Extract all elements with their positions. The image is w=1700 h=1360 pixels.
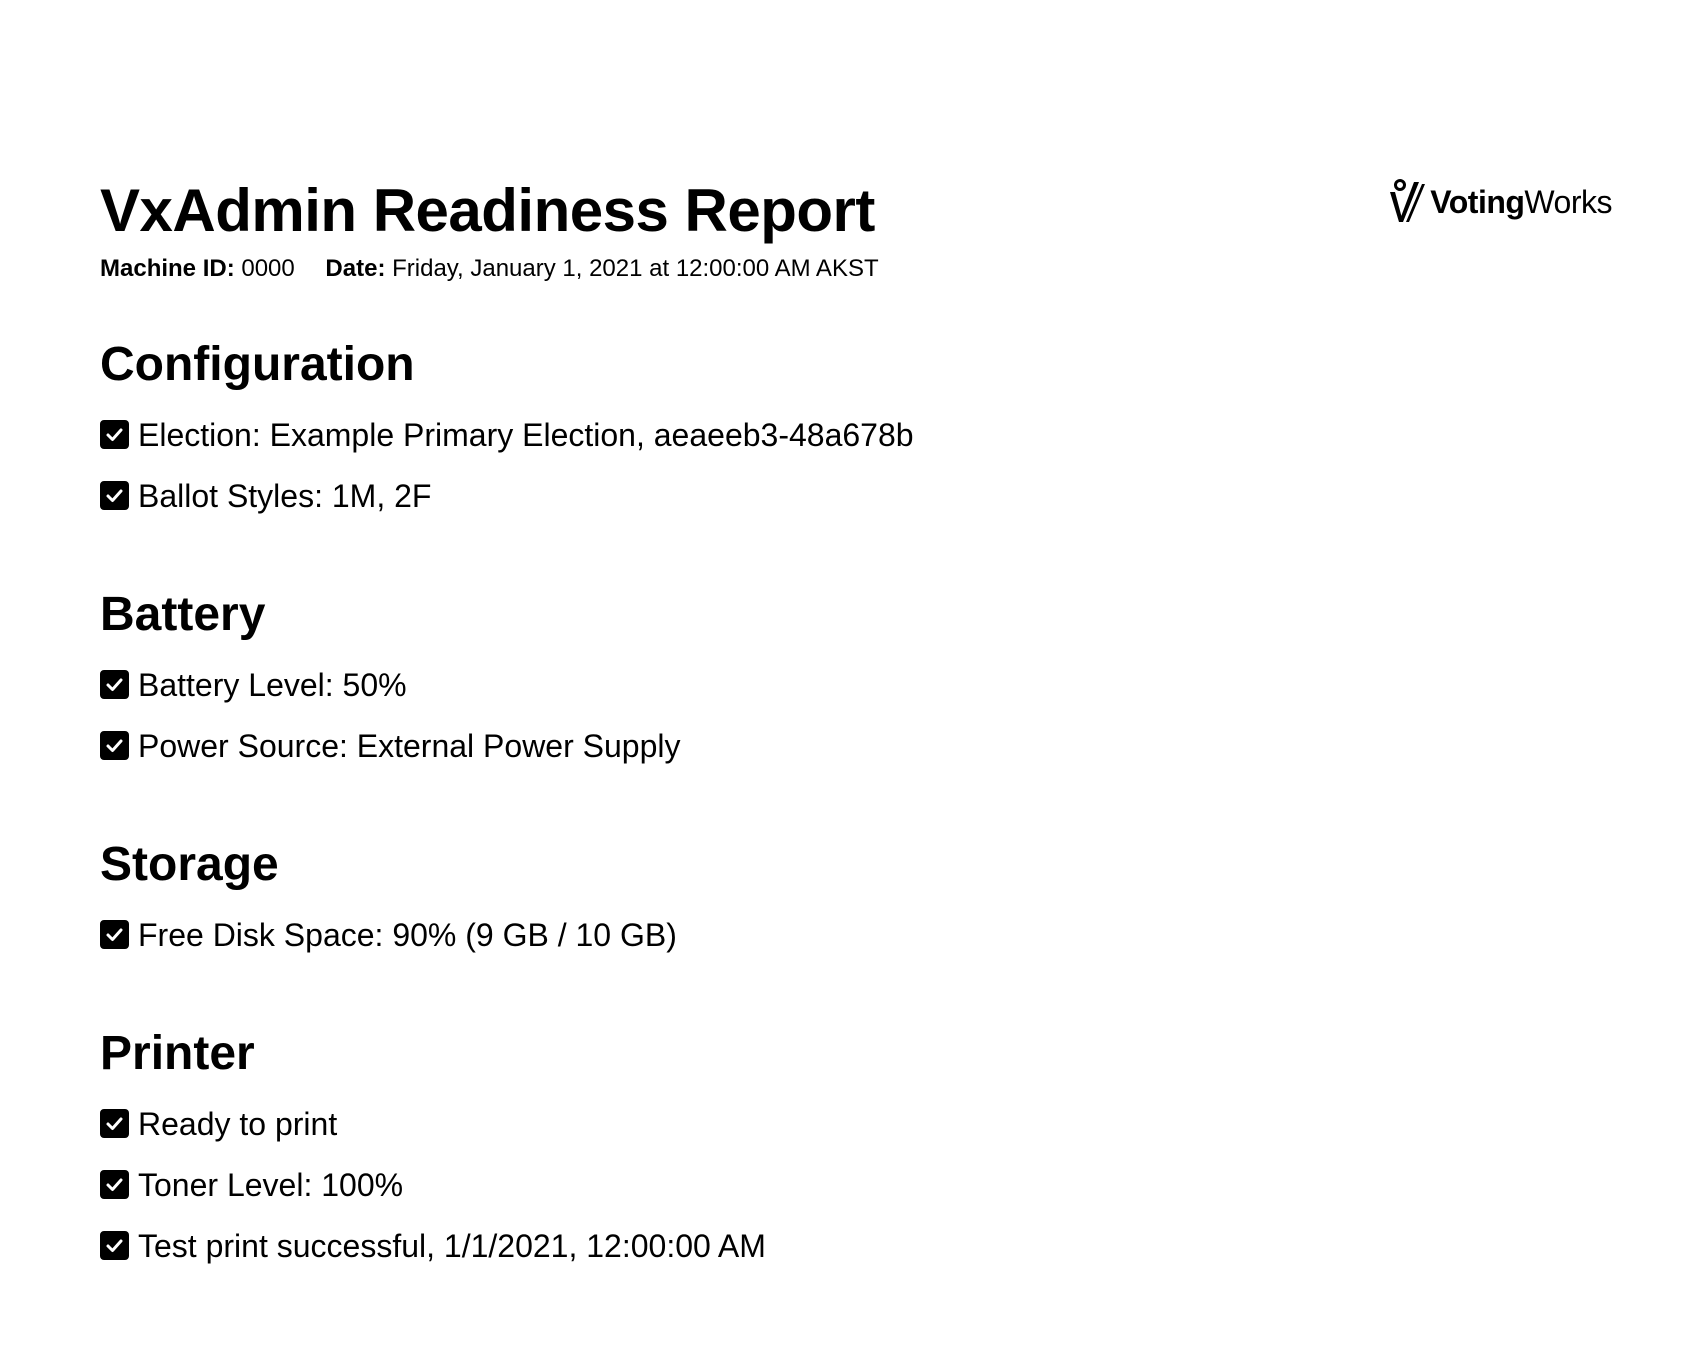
checkbox-checked-icon	[100, 420, 129, 449]
item-text: Ready to print	[138, 1105, 338, 1142]
page-title: VxAdmin Readiness Report	[100, 177, 875, 244]
section-title-battery: Battery	[100, 588, 266, 641]
item-text: Toner Level: 100%	[138, 1166, 404, 1203]
list-item: Election: Example Primary Election, aeae…	[100, 404, 1500, 465]
checkbox-checked-icon	[100, 920, 129, 949]
checkbox-checked-icon	[100, 1231, 129, 1260]
list-item: Ballot Styles: 1M, 2F	[100, 465, 1500, 526]
machine-id-value: 0000	[241, 255, 295, 282]
report-sections: Configuration Election: Example Primary …	[100, 336, 1500, 1336]
list-item: Free Disk Space: 90% (9 GB / 10 GB)	[100, 904, 1500, 965]
section-storage: Storage Free Disk Space: 90% (9 GB / 10 …	[100, 836, 1500, 965]
report-meta: Machine ID: 0000 Date: Friday, January 1…	[100, 254, 1610, 284]
checkbox-checked-icon	[100, 1170, 129, 1199]
logo-text-regular: Works	[1524, 184, 1612, 220]
checkbox-checked-icon	[100, 1109, 129, 1138]
list-item: Power Source: External Power Supply	[100, 715, 1500, 776]
readiness-report-page: VxAdmin Readiness Report Machine ID: 000…	[0, 0, 1700, 1360]
item-text: Power Source: External Power Supply	[138, 727, 681, 764]
votingworks-logo-icon	[1390, 179, 1426, 222]
item-text: Free Disk Space: 90% (9 GB / 10 GB)	[138, 916, 677, 953]
item-text: Ballot Styles: 1M, 2F	[138, 477, 432, 514]
date-value: Friday, January 1, 2021 at 12:00:00 AM A…	[392, 255, 879, 282]
item-text: Test print successful, 1/1/2021, 12:00:0…	[138, 1227, 766, 1264]
votingworks-logo: VotingWorks	[1388, 174, 1612, 230]
machine-id: Machine ID: 0000	[100, 255, 301, 282]
checkbox-checked-icon	[100, 481, 129, 510]
section-title-printer: Printer	[100, 1027, 255, 1080]
machine-id-label: Machine ID:	[100, 255, 235, 282]
report-header: VxAdmin Readiness Report Machine ID: 000…	[100, 176, 1610, 284]
date-label: Date:	[325, 255, 386, 282]
list-item: Test print successful, 1/1/2021, 12:00:0…	[100, 1215, 1500, 1276]
list-item: Ready to print	[100, 1093, 1500, 1154]
checkbox-checked-icon	[100, 731, 129, 760]
logo-text-bold: Voting	[1430, 184, 1525, 220]
report-date: Date: Friday, January 1, 2021 at 12:00:0…	[325, 255, 878, 282]
list-item: Toner Level: 100%	[100, 1154, 1500, 1215]
list-item: Battery Level: 50%	[100, 654, 1500, 715]
section-battery: Battery Battery Level: 50% Power Source:…	[100, 586, 1500, 776]
item-text: Election: Example Primary Election, aeae…	[138, 416, 914, 453]
section-printer: Printer Ready to print Toner Level: 100%…	[100, 1025, 1500, 1276]
section-title-configuration: Configuration	[100, 338, 415, 391]
section-title-storage: Storage	[100, 838, 279, 891]
logo-text: VotingWorks	[1430, 182, 1612, 222]
section-configuration: Configuration Election: Example Primary …	[100, 336, 1500, 526]
item-text: Battery Level: 50%	[138, 666, 407, 703]
checkbox-checked-icon	[100, 670, 129, 699]
